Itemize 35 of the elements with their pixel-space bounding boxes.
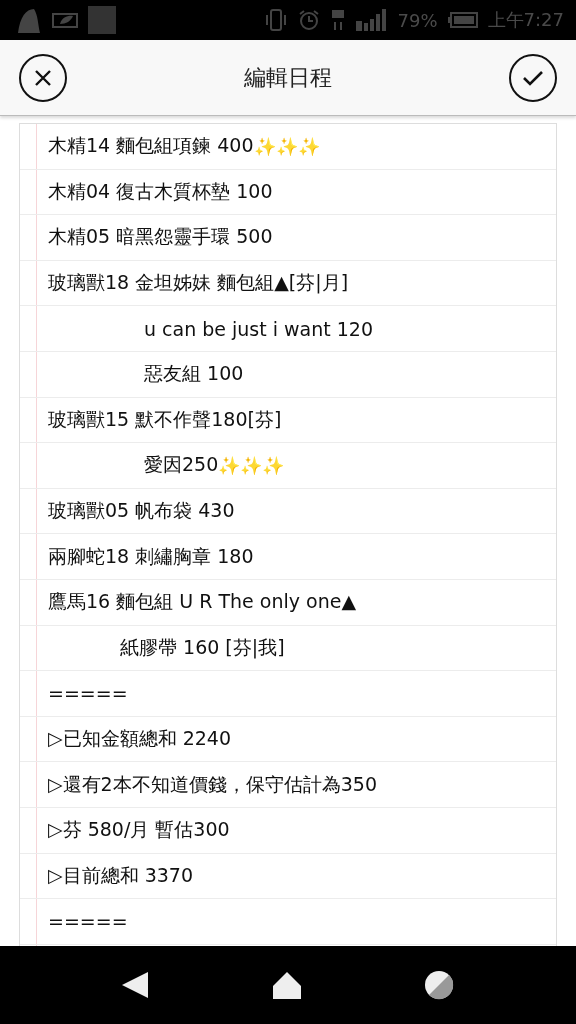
note-line: 木精04 復古木質杯墊 100 [48,178,273,204]
vibrate-icon [263,9,288,31]
sparkles: ✨✨✨ [218,454,285,476]
sparkles: ✨✨✨ [253,135,320,157]
note-line: 玻璃獸15 默不作聲180[芬] [48,406,282,432]
home-icon[interactable] [273,971,301,999]
note-line: ===== [48,682,128,705]
screen-title: 編輯日程 [243,63,333,92]
recents-icon[interactable] [424,970,455,1000]
close-icon [34,68,52,87]
back-icon[interactable] [121,970,150,1000]
note-line: 玻璃獸18 金坦姊妹 麵包組▲[芬|月] [48,270,349,296]
signal-icon [355,9,388,31]
note-line: 紙膠帶 160 [芬|我] [120,634,285,661]
close-button[interactable] [19,53,67,102]
note-line: 鷹馬16 麵包組 U R The only one▲ [48,589,357,615]
note-line: 兩腳蛇18 刺繡胸章 180 [48,543,254,569]
note-line: 愛因250 [144,452,219,478]
check-icon [522,68,544,87]
confirm-button[interactable] [509,53,557,102]
note-line: ▷還有2本不知道價錢，保守估計為350 [48,771,377,797]
battery-icon [447,12,478,28]
battery-leaf-icon [50,11,78,29]
alarm-icon [297,9,320,31]
note-line: u can be just i want 120 [144,317,374,340]
clock-time: 上午7:27 [487,8,564,32]
note-line: ▷芬 580/月 暫估300 [48,817,230,843]
note-line: ▷目前總和 3370 [48,862,193,888]
note-line: 玻璃獸05 帆布袋 430 [48,498,235,524]
note-line: 惡友組 100 [144,361,244,387]
note-line: ▷已知金額總和 2240 [48,726,231,751]
note-line: 木精14 麵包組項鍊 400 [48,133,254,159]
note-line: 木精05 暗黑怨靈手環 500 [48,224,273,250]
note-line: ===== [48,910,128,933]
battery-percent: 79% [397,9,438,31]
